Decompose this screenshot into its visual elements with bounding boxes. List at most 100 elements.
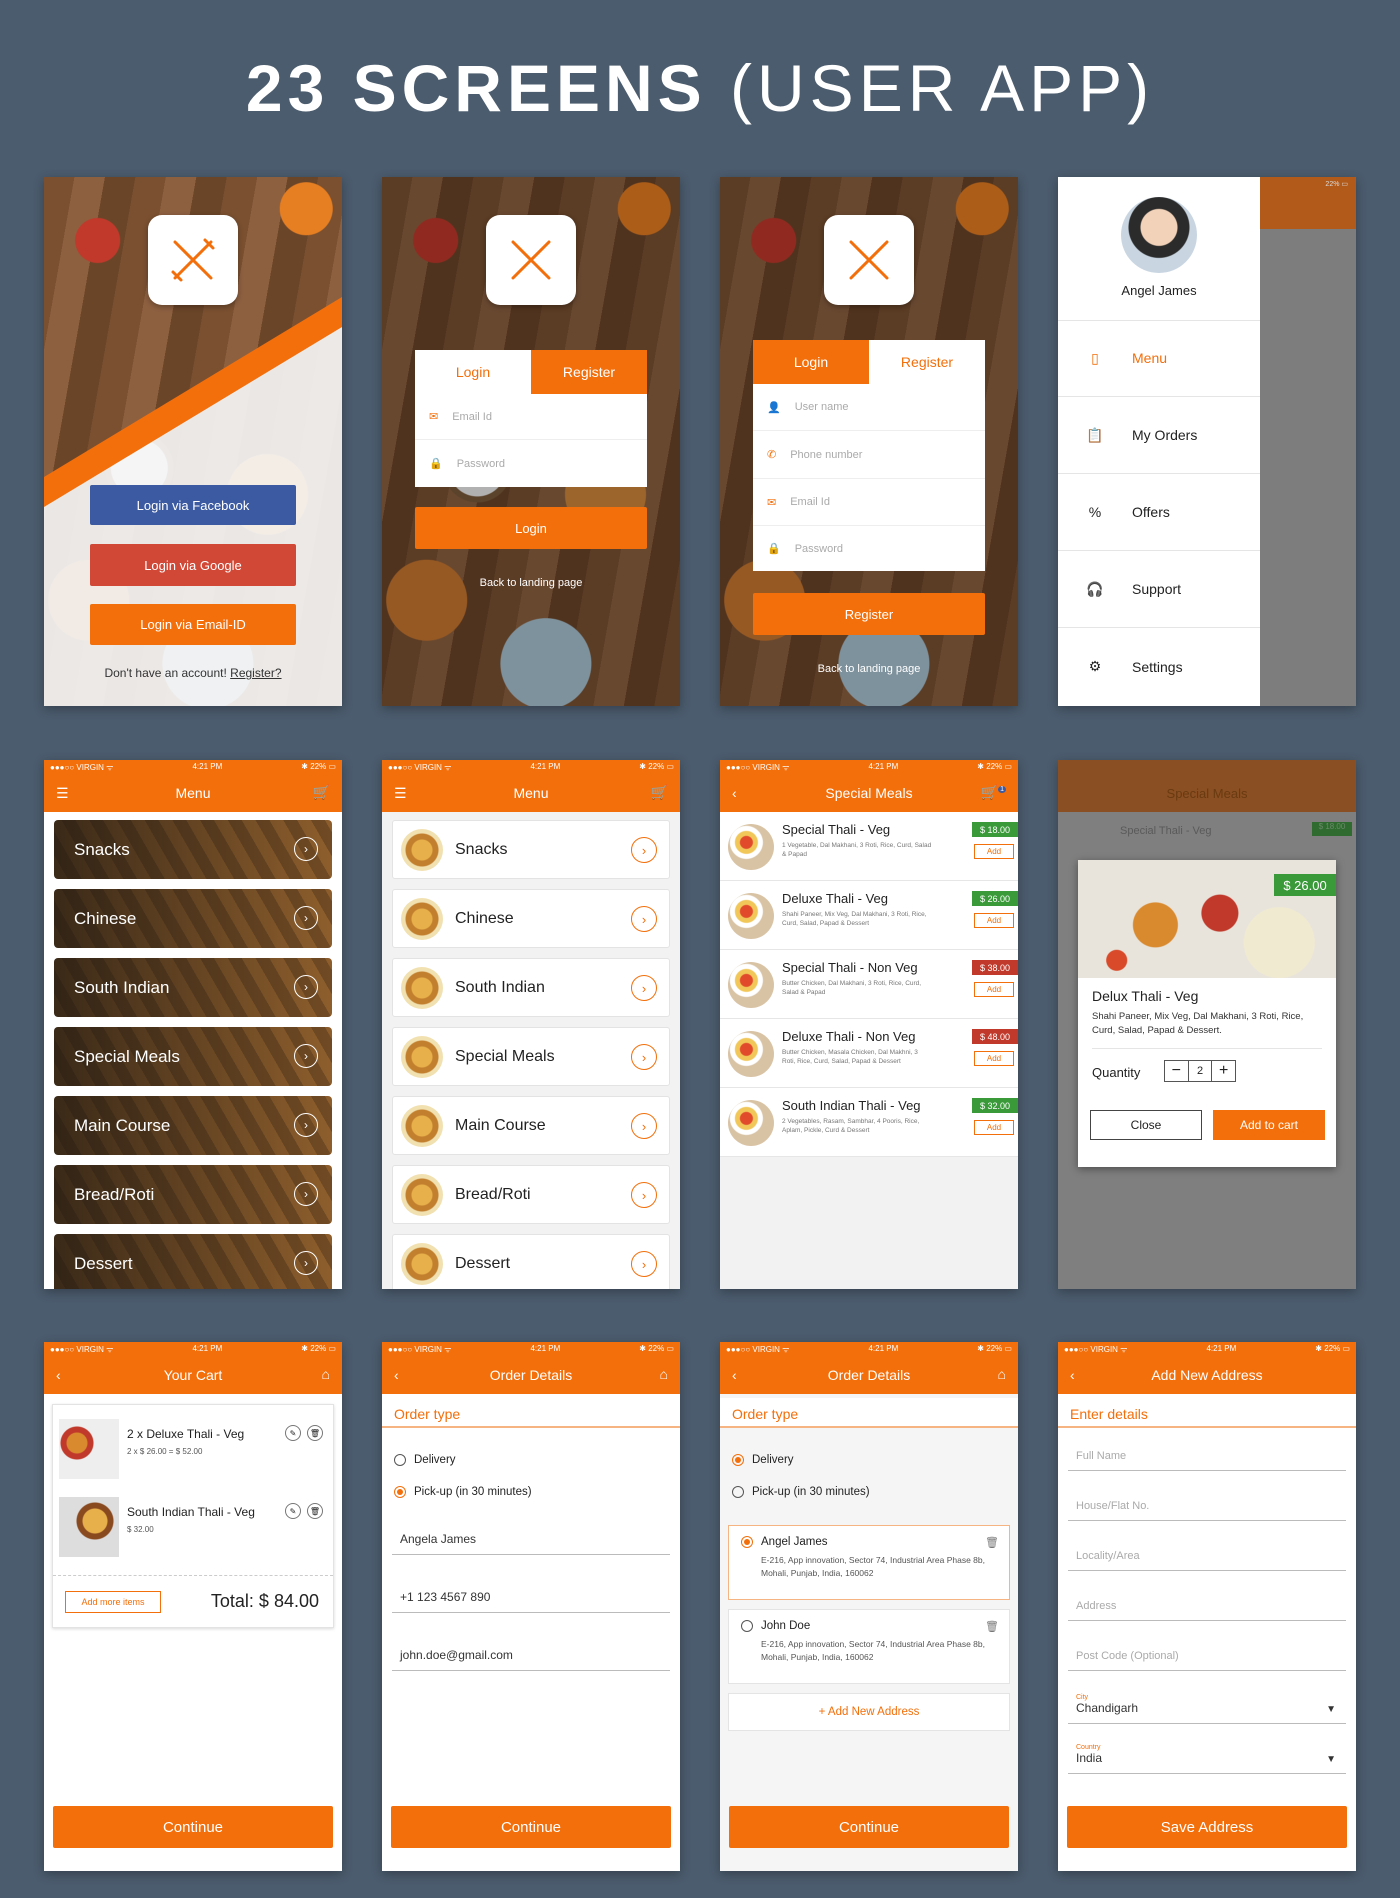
menu-item-main-course[interactable]: Main Course › [392,1096,670,1155]
menu-item-chinese[interactable]: Chinese › [392,889,670,948]
address-card[interactable]: Angel James E-216, App innovation, Secto… [728,1525,1010,1600]
cart-icon[interactable]: 🛒 [651,784,668,801]
edit-icon[interactable]: ✎ [285,1425,301,1441]
phone-field[interactable]: +1 123 4567 890 [392,1584,670,1613]
drawer-item-support[interactable]: 🎧 Support [1058,551,1260,628]
item-name: Delux Thali - Veg [1092,988,1199,1004]
back-arrow-icon[interactable]: ‹ [1070,1367,1075,1383]
status-battery: 22% ▭ [1325,181,1348,188]
back-to-landing-link[interactable]: Back to landing page [382,577,680,589]
cart-icon[interactable]: 🛒 1 [981,784,1006,801]
home-icon[interactable]: ⌂ [998,1366,1006,1382]
address-card[interactable]: John Doe E-216, App innovation, Sector 7… [728,1609,1010,1684]
delivery-radio[interactable]: Delivery [394,1454,456,1466]
menu-item-special-meals[interactable]: Special Meals › [392,1027,670,1086]
plus-button[interactable]: + [1212,1061,1235,1081]
add-button[interactable]: Add [974,913,1014,928]
close-button[interactable]: Close [1090,1110,1202,1140]
trash-icon[interactable]: 🗑 [307,1503,323,1519]
pickup-radio[interactable]: Pick-up (in 30 minutes) [394,1486,532,1498]
continue-button[interactable]: Continue [391,1806,671,1848]
nav-drawer: Angel James ▯ Menu 📋 My Orders % Offers 🎧 Su… [1058,177,1260,706]
chevron-right-icon: › [631,1182,657,1208]
back-arrow-icon[interactable]: ‹ [394,1367,399,1383]
dimmed-header: Special Meals [1058,760,1356,812]
pickup-radio[interactable]: Pick-up (in 30 minutes) [732,1486,870,1498]
add-button[interactable]: Add [974,982,1014,997]
trash-icon[interactable]: 🗑 [985,1620,999,1633]
tab-register[interactable]: Register [531,350,647,394]
drawer-item-menu[interactable]: ▯ Menu [1058,320,1260,397]
email-field[interactable]: john.doe@gmail.com [392,1642,670,1671]
back-to-landing-link[interactable]: Back to landing page [720,663,1018,675]
login-button[interactable]: Login [415,507,647,549]
add-button[interactable]: Add [974,844,1014,859]
menu-item-bread-roti[interactable]: Bread/Roti › [54,1165,332,1224]
email-login-button[interactable]: Login via Email-ID [90,604,296,645]
facebook-login-button[interactable]: Login via Facebook [90,485,296,525]
menu-item-south-indian[interactable]: South Indian › [54,958,332,1017]
tab-login[interactable]: Login [415,350,531,394]
city-value: Chandigarh [1076,1701,1139,1715]
home-icon[interactable]: ⌂ [660,1366,668,1382]
back-arrow-icon[interactable]: ‹ [56,1367,61,1383]
chevron-right-icon: › [631,975,657,1001]
menu-item-snacks[interactable]: Snacks › [392,820,670,879]
email-field[interactable]: ✉ Email Id [415,394,647,440]
register-link[interactable]: Register? [230,666,281,680]
full-name-input[interactable]: Full Name [1068,1444,1346,1471]
menu-item-south-indian[interactable]: South Indian › [392,958,670,1017]
hamburger-icon[interactable]: ☰ [394,785,407,802]
add-new-address-button[interactable]: + Add New Address [728,1693,1010,1731]
locality-input[interactable]: Locality/Area [1068,1544,1346,1571]
header-title: Menu [175,785,211,801]
add-button[interactable]: Add [974,1051,1014,1066]
trash-icon[interactable]: 🗑 [985,1536,999,1549]
menu-item-snacks[interactable]: Snacks › [54,820,332,879]
edit-icon[interactable]: ✎ [285,1503,301,1519]
address-input[interactable]: Address [1068,1594,1346,1621]
register-button[interactable]: Register [753,593,985,635]
city-select[interactable]: City Chandigarh ▼ [1068,1692,1346,1724]
radio-off [741,1620,753,1632]
name-field[interactable]: Angela James [392,1526,670,1555]
google-login-button[interactable]: Login via Google [90,544,296,586]
phone-field[interactable]: ✆ Phone number [753,431,985,479]
password-field[interactable]: 🔒 Password [415,440,647,487]
home-icon[interactable]: ⌂ [322,1366,330,1382]
password-field[interactable]: 🔒 Password [753,526,985,571]
drawer-item-settings[interactable]: ⚙ Settings [1058,628,1260,705]
menu-item-dessert[interactable]: Dessert › [54,1234,332,1289]
continue-button[interactable]: Continue [53,1806,333,1848]
tab-login[interactable]: Login [753,340,869,384]
drawer-item-offers[interactable]: % Offers [1058,474,1260,551]
add-button[interactable]: Add [974,1120,1014,1135]
back-arrow-icon[interactable]: ‹ [732,785,737,801]
email-field[interactable]: ✉ Email Id [753,479,985,526]
add-more-items-button[interactable]: Add more items [65,1591,161,1613]
menu-item-dessert[interactable]: Dessert › [392,1234,670,1289]
hamburger-icon[interactable]: ☰ [56,785,69,802]
postcode-input[interactable]: Post Code (Optional) [1068,1644,1346,1671]
username-field[interactable]: 👤 User name [753,384,985,431]
country-select[interactable]: Country India ▼ [1068,1742,1346,1774]
continue-button[interactable]: Continue [729,1806,1009,1848]
tab-register[interactable]: Register [869,340,985,384]
menu-icon: ▯ [1091,349,1099,366]
back-arrow-icon[interactable]: ‹ [732,1367,737,1383]
menu-item-special-meals[interactable]: Special Meals › [54,1027,332,1086]
drawer-item-my-orders[interactable]: 📋 My Orders [1058,397,1260,474]
save-address-button[interactable]: Save Address [1067,1806,1347,1848]
minus-button[interactable]: − [1165,1061,1189,1081]
chevron-right-icon: › [294,1251,318,1275]
food-thumbnail [401,1173,443,1216]
menu-item-bread-roti[interactable]: Bread/Roti › [392,1165,670,1224]
delivery-radio[interactable]: Delivery [732,1454,794,1466]
trash-icon[interactable]: 🗑 [307,1425,323,1441]
price-badge: $ 32.00 [972,1098,1018,1113]
add-to-cart-button[interactable]: Add to cart [1213,1110,1325,1140]
menu-item-main-course[interactable]: Main Course › [54,1096,332,1155]
cart-icon[interactable]: 🛒 [313,784,330,801]
house-input[interactable]: House/Flat No. [1068,1494,1346,1521]
menu-item-chinese[interactable]: Chinese › [54,889,332,948]
